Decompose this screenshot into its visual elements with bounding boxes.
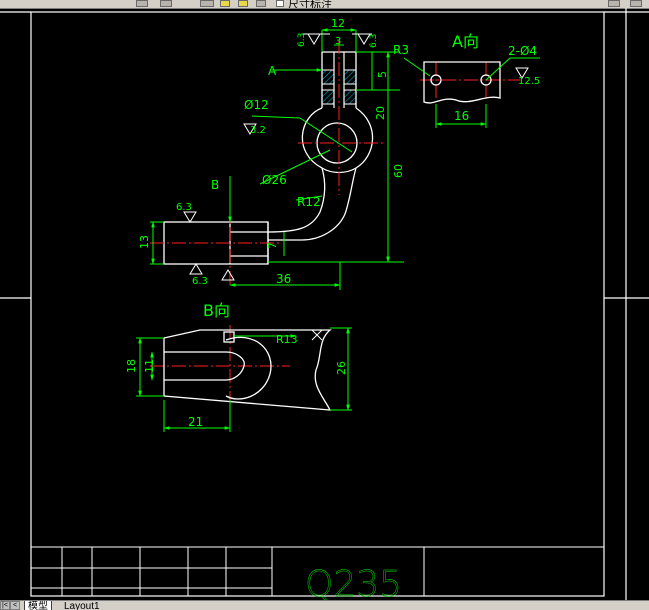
dim-20: 20: [374, 106, 387, 120]
dim-7: 7: [266, 242, 279, 249]
main-dims: [150, 28, 404, 290]
dim-26: 26: [335, 361, 348, 375]
view-b-title: B向: [203, 301, 230, 320]
rough-bore: 3.2: [250, 125, 266, 136]
drawing-canvas[interactable]: Q235 12 3 5 20 60 Ø12 Ø26 R12 13 7 36 A …: [0, 8, 649, 600]
dim-d26: Ø26: [262, 173, 287, 187]
dim-d12: Ø12: [244, 98, 269, 112]
view-a-arrow-label: A: [268, 64, 277, 78]
match-icon[interactable]: [608, 0, 620, 7]
dim-60: 60: [392, 164, 405, 178]
dim-5: 5: [376, 71, 389, 78]
hatch-upper-r: [343, 69, 357, 85]
hatch-upper: [321, 69, 335, 85]
rough-boss-bottom: 6.3: [192, 276, 208, 287]
center-lines: [150, 40, 520, 410]
rough-holes: 12.5: [518, 76, 540, 87]
view-a-title: A向: [452, 32, 479, 51]
rough-boss-top: 6.3: [176, 202, 192, 213]
dim-r3: R3: [393, 43, 409, 57]
dim-16: 16: [454, 109, 469, 123]
dim-13: 13: [138, 235, 151, 249]
hatch-lower: [321, 89, 335, 105]
material-label: Q235: [305, 564, 402, 600]
dim-21: 21: [188, 415, 203, 429]
view-b: [163, 329, 332, 411]
layer-icon[interactable]: [200, 0, 214, 7]
dim-18: 18: [125, 359, 138, 373]
dim-r13: R13: [276, 333, 298, 346]
print-icon[interactable]: [160, 0, 172, 7]
match-icon-2[interactable]: [630, 0, 642, 7]
save-icon[interactable]: [136, 0, 148, 7]
dim-12: 12: [331, 17, 345, 30]
color-square-icon[interactable]: [276, 0, 284, 7]
dim-holes: 2-Ø4: [508, 44, 537, 58]
view-a: [423, 61, 501, 104]
break-mark: [311, 329, 323, 341]
hatch-lower-r: [343, 89, 357, 105]
dim-r12: R12: [297, 195, 321, 209]
rough-top-right: 6.3: [369, 34, 379, 48]
lightbulb-icon[interactable]: [220, 0, 230, 7]
sun-icon[interactable]: [238, 0, 248, 7]
dim-36: 36: [276, 272, 291, 286]
view-b-arrow-label: B: [211, 178, 219, 192]
lock-icon[interactable]: [256, 0, 266, 7]
main-view: [163, 51, 374, 265]
dim-3: 3: [335, 36, 341, 47]
rough-top-left: 6.3: [297, 33, 307, 47]
dim-11: 11: [143, 359, 156, 373]
